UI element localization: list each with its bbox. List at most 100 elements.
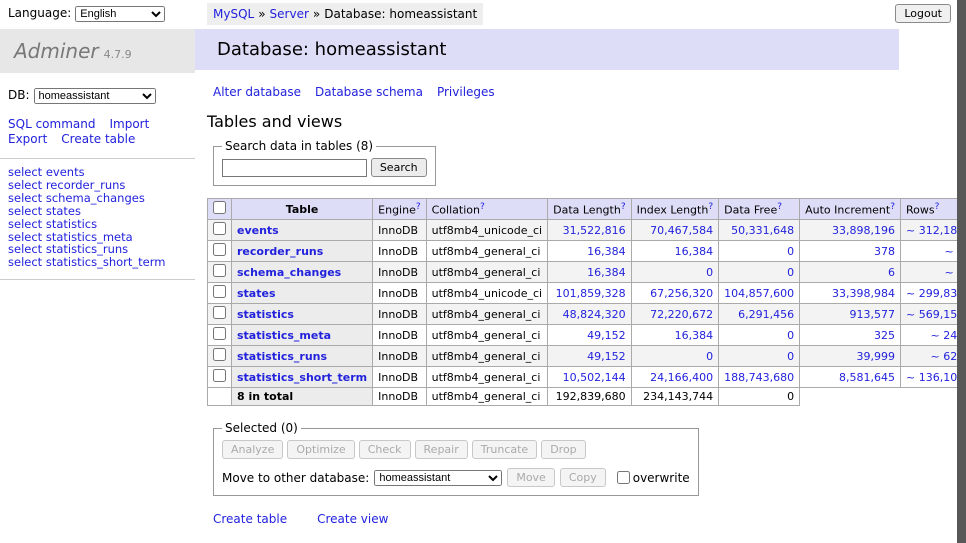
- move-database-select[interactable]: homeassistant: [374, 470, 502, 486]
- column-help-link[interactable]: ?: [708, 202, 713, 212]
- table-name-link[interactable]: recorder_runs: [237, 245, 323, 258]
- database-action-link[interactable]: Privileges: [437, 85, 495, 99]
- sidebar-select-link[interactable]: select events: [8, 166, 187, 179]
- adminer-logo[interactable]: Adminer: [14, 39, 99, 63]
- selected-action-button[interactable]: Truncate: [472, 440, 537, 459]
- index-length-cell[interactable]: 67,256,320: [631, 283, 719, 304]
- copy-button[interactable]: Copy: [560, 468, 606, 487]
- create-link[interactable]: Create table: [213, 512, 287, 526]
- table-name-link[interactable]: statistics_runs: [237, 350, 327, 363]
- column-help-link[interactable]: ?: [890, 202, 895, 212]
- data-length-cell[interactable]: 31,522,816: [548, 220, 631, 241]
- sidebar-select-link[interactable]: select states: [8, 205, 187, 218]
- column-header-index-length: Index Length?: [631, 199, 719, 220]
- db-select[interactable]: homeassistant: [34, 88, 156, 104]
- rows-count-cell[interactable]: ~ 299,833: [901, 283, 958, 304]
- auto-increment-cell[interactable]: 325: [800, 325, 901, 346]
- rows-count-cell[interactable]: ~ 5: [901, 241, 958, 262]
- column-help-link[interactable]: ?: [416, 202, 421, 212]
- auto-increment-cell[interactable]: 913,577: [800, 304, 901, 325]
- selected-action-button[interactable]: Analyze: [222, 440, 283, 459]
- table-name-link[interactable]: events: [237, 224, 279, 237]
- table-name-link[interactable]: schema_changes: [237, 266, 341, 279]
- sidebar-action-link[interactable]: Create table: [61, 132, 135, 147]
- index-length-cell[interactable]: 16,384: [631, 241, 719, 262]
- auto-increment-cell[interactable]: 8,581,645: [800, 367, 901, 388]
- index-length-cell[interactable]: 24,166,400: [631, 367, 719, 388]
- auto-increment-cell[interactable]: 378: [800, 241, 901, 262]
- data-free-cell[interactable]: 50,331,648: [719, 220, 800, 241]
- row-checkbox[interactable]: [213, 243, 226, 256]
- index-length-cell[interactable]: 0: [631, 346, 719, 367]
- table-name-link[interactable]: statistics_meta: [237, 329, 331, 342]
- language-select[interactable]: English: [75, 6, 165, 22]
- sidebar-select-link[interactable]: select statistics: [8, 218, 187, 231]
- column-help-link[interactable]: ?: [621, 202, 626, 212]
- auto-increment-cell[interactable]: 39,999: [800, 346, 901, 367]
- sidebar-action-link[interactable]: Export: [8, 132, 47, 147]
- selected-action-button[interactable]: Drop: [541, 440, 585, 459]
- selected-action-button[interactable]: Optimize: [287, 440, 354, 459]
- rows-count-cell[interactable]: ~ 628: [901, 346, 958, 367]
- row-checkbox[interactable]: [213, 285, 226, 298]
- breadcrumb-link-server[interactable]: Server: [270, 7, 309, 21]
- rows-count-cell[interactable]: ~ 244: [901, 325, 958, 346]
- data-length-cell[interactable]: 101,859,328: [548, 283, 631, 304]
- data-free-cell[interactable]: 104,857,600: [719, 283, 800, 304]
- data-free-cell[interactable]: 0: [719, 241, 800, 262]
- overwrite-checkbox[interactable]: [617, 471, 630, 484]
- row-checkbox[interactable]: [213, 264, 226, 277]
- database-action-link[interactable]: Alter database: [213, 85, 301, 99]
- data-free-cell[interactable]: 6,291,456: [719, 304, 800, 325]
- row-checkbox[interactable]: [213, 306, 226, 319]
- rows-count-cell[interactable]: ~ 3: [901, 262, 958, 283]
- move-button[interactable]: Move: [507, 468, 555, 487]
- table-name-link[interactable]: statistics: [237, 308, 294, 321]
- table-name-link[interactable]: statistics_short_term: [237, 371, 367, 384]
- selected-action-button[interactable]: Check: [359, 440, 411, 459]
- scrollbar-thumb[interactable]: [957, 0, 966, 543]
- column-help-link[interactable]: ?: [480, 202, 485, 212]
- rows-count-cell[interactable]: ~ 569,159: [901, 304, 958, 325]
- search-input[interactable]: [222, 159, 367, 177]
- sidebar-action-link[interactable]: Import: [109, 117, 149, 132]
- database-action-link[interactable]: Database schema: [315, 85, 423, 99]
- sidebar-select-link[interactable]: select recorder_runs: [8, 179, 187, 192]
- create-link[interactable]: Create view: [317, 512, 388, 526]
- data-length-cell[interactable]: 16,384: [548, 262, 631, 283]
- data-length-cell[interactable]: 10,502,144: [548, 367, 631, 388]
- row-checkbox[interactable]: [213, 369, 226, 382]
- data-length-cell[interactable]: 48,824,320: [548, 304, 631, 325]
- auto-increment-cell[interactable]: 6: [800, 262, 901, 283]
- data-free-cell[interactable]: 188,743,680: [719, 367, 800, 388]
- table-name-link[interactable]: states: [237, 287, 276, 300]
- row-checkbox[interactable]: [213, 348, 226, 361]
- sidebar-select-link[interactable]: select statistics_short_term: [8, 256, 187, 269]
- row-checkbox[interactable]: [213, 327, 226, 340]
- search-button[interactable]: Search: [371, 158, 427, 177]
- data-length-cell[interactable]: 49,152: [548, 346, 631, 367]
- rows-count-cell[interactable]: ~ 312,180: [901, 220, 958, 241]
- data-length-cell[interactable]: 49,152: [548, 325, 631, 346]
- sidebar-action-link[interactable]: SQL command: [8, 117, 95, 132]
- data-free-cell[interactable]: 0: [719, 346, 800, 367]
- row-checkbox[interactable]: [213, 222, 226, 235]
- index-length-cell[interactable]: 72,220,672: [631, 304, 719, 325]
- index-length-cell[interactable]: 70,467,584: [631, 220, 719, 241]
- breadcrumb-link-mysql[interactable]: MySQL: [213, 7, 254, 21]
- data-free-cell[interactable]: 0: [719, 262, 800, 283]
- column-help-link[interactable]: ?: [935, 202, 940, 212]
- data-length-cell[interactable]: 16,384: [548, 241, 631, 262]
- vertical-scrollbar[interactable]: [957, 0, 966, 543]
- data-free-cell[interactable]: 0: [719, 325, 800, 346]
- auto-increment-cell[interactable]: 33,898,196: [800, 220, 901, 241]
- column-help-link[interactable]: ?: [777, 202, 782, 212]
- index-length-cell[interactable]: 0: [631, 262, 719, 283]
- sidebar-select-link[interactable]: select schema_changes: [8, 192, 187, 205]
- auto-increment-cell[interactable]: 33,398,984: [800, 283, 901, 304]
- breadcrumb-separator: »: [313, 7, 320, 21]
- index-length-cell[interactable]: 16,384: [631, 325, 719, 346]
- rows-count-cell[interactable]: ~ 136,108: [901, 367, 958, 388]
- selected-action-button[interactable]: Repair: [415, 440, 468, 459]
- select-all-checkbox[interactable]: [213, 201, 226, 214]
